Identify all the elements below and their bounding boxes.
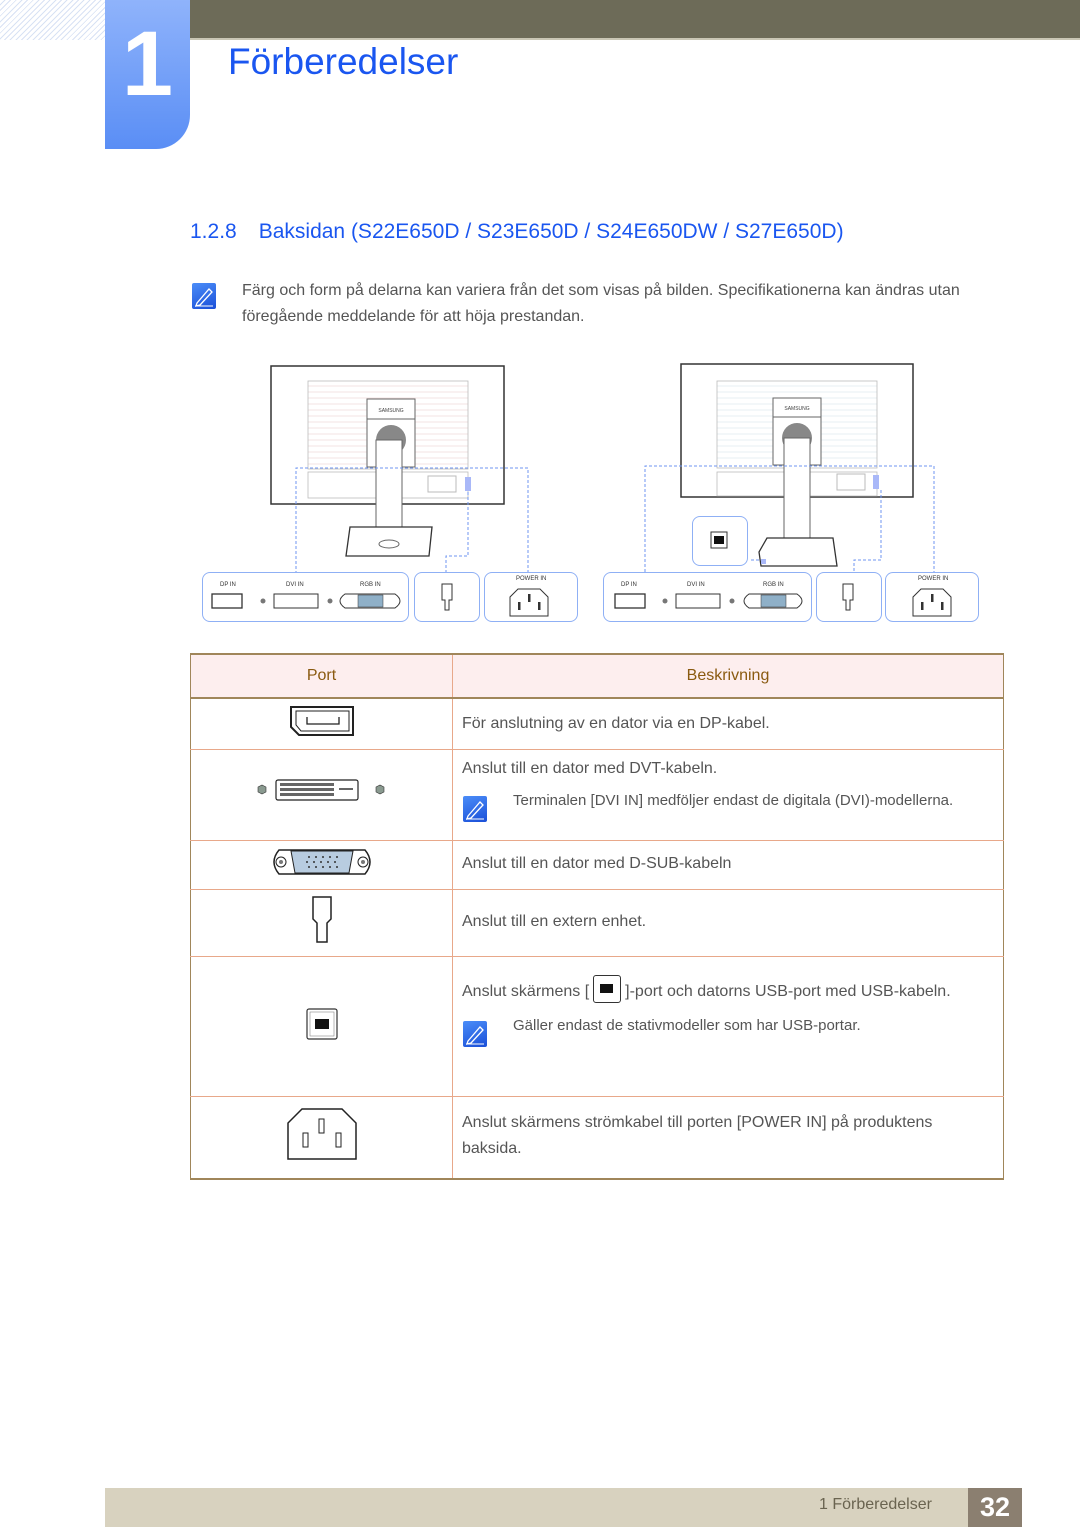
usb-b-port-icon [305,1007,338,1040]
row-note-text: Terminalen [DVI IN] medföljer endast de … [513,791,954,809]
brand-logo: SAMSUNG [784,406,809,412]
note-pencil-icon [192,283,216,309]
decorative-hatch [0,0,105,40]
column-header-port: Port [190,653,453,699]
row-description: Anslut skärmens []-port och datorns USB-… [462,957,993,1009]
row-description: Anslut till en dator med D-SUB-kabeln [462,854,732,872]
service-port-icon [311,896,332,943]
column-header-description: Beskrivning [452,653,1004,699]
note-pencil-icon [463,795,487,822]
footer-chapter-label: 1 Förberedelser [819,1496,932,1513]
row-note: Terminalen [DVI IN] medföljer endast de … [462,790,993,822]
brand-logo: SAMSUNG [378,408,403,414]
intro-note-text: Färg och form på delarna kan variera frå… [242,282,960,325]
page-number: 32 [968,1488,1022,1527]
power-in-icon [286,1108,357,1160]
row-note-text: Gäller endast de stativmodeller som har … [513,1016,861,1034]
table-row: Anslut till en extern enhet. [190,889,1004,957]
row-description: Anslut till en extern enhet. [462,912,647,930]
table-row: Anslut skärmens []-port och datorns USB-… [190,956,1004,1097]
table-row: Anslut till en dator med D-SUB-kabeln [190,840,1004,890]
port-glyphs [211,583,549,617]
footer: 1 Förberedelser 32 [105,1488,1022,1527]
vga-port-icon [272,849,371,875]
table-row: Anslut till en dator med DVT-kabeln. Ter… [190,749,1004,841]
row-description: För anslutning av en dator via en DP-kab… [462,715,770,732]
section-heading: 1.2.8 Baksidan (S22E650D / S23E650D / S24… [190,220,844,244]
usb-b-port-icon [593,975,622,1004]
rear-diagram-2: SAMSUNG DP IN DVI IN RGB IN POWER IN [601,362,986,624]
displayport-icon [289,706,354,737]
row-note: Gäller endast de stativmodeller som har … [462,1015,993,1047]
table-row: Anslut skärmens strömkabel till porten [… [190,1096,1004,1180]
port-table: Port Beskrivning För anslutning av en da… [190,653,1004,1180]
chapter-title: Förberedelser [228,41,459,82]
dvi-port-icon [257,779,384,801]
header-band [190,0,1080,40]
port-glyphs [614,531,952,617]
chapter-tab: 1 [105,0,190,149]
chapter-number: 1 [121,13,174,115]
section-title: Baksidan (S22E650D / S23E650D / S24E650D… [258,220,844,243]
table-row: För anslutning av en dator via en DP-kab… [190,698,1004,750]
row-description: Anslut till en dator med DVT-kabeln. [462,759,718,777]
section-number: 1.2.8 [190,220,237,243]
rear-diagram-1: SAMSUNG DP IN DVI IN RGB IN POWER IN [200,364,580,624]
note-pencil-icon [463,1020,487,1047]
row-description: Anslut skärmens strömkabel till porten [… [462,1113,933,1157]
